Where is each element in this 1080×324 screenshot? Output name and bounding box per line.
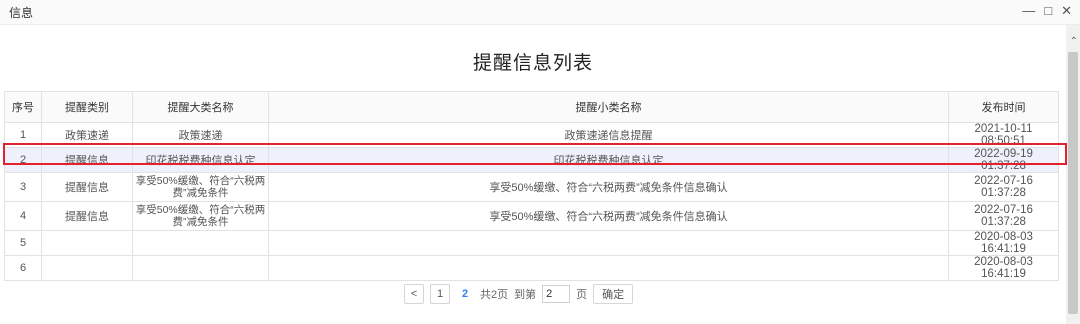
cell-publish-time: 2022-07-16 01:37:28 [948, 201, 1059, 231]
cell-major-name: 印花税税费种信息认定 [132, 147, 269, 173]
prev-page-button[interactable]: < [404, 284, 424, 304]
cell-minor-name: 政策速递信息提醒 [268, 122, 949, 148]
table-header-row: 序号 提醒类别 提醒大类名称 提醒小类名称 发布时间 [4, 91, 1059, 123]
confirm-button[interactable]: 确定 [593, 284, 634, 304]
table-row[interactable]: 1 政策速递 政策速递 政策速递信息提醒 2021-10-11 08:50:51 [4, 122, 1059, 148]
cell-no: 4 [4, 201, 42, 231]
restore-icon[interactable]: □ [1044, 3, 1052, 19]
header-no: 序号 [4, 91, 42, 123]
page-title: 提醒信息列表 [472, 53, 593, 74]
cell-publish-time: 2020-08-03 16:41:19 [948, 255, 1059, 281]
cell-no: 1 [4, 122, 42, 148]
goto-page-input[interactable] [542, 285, 571, 303]
header-category: 提醒类别 [41, 91, 133, 123]
scrollbar-thumb[interactable] [1068, 52, 1078, 314]
pagination: < 1 2 共2页 到第 页 确定 [404, 284, 634, 304]
cell-minor-name [268, 255, 949, 281]
cell-no: 6 [4, 255, 42, 281]
cell-minor-name: 享受50%缓缴、符合“六税两费”减免条件信息确认 [268, 172, 949, 202]
cell-major-name [132, 255, 269, 281]
page-suffix: 页 [576, 289, 588, 301]
cell-major-name [132, 230, 269, 256]
total-pages-text: 共2页 [480, 289, 509, 301]
cell-no: 3 [4, 172, 42, 202]
cell-minor-name: 印花税税费种信息认定 [268, 147, 949, 173]
cell-no: 5 [4, 230, 42, 256]
cell-category: 提醒信息 [41, 201, 133, 231]
window-titlebar: 信息 — □ ✕ [0, 0, 1080, 25]
cell-major-name: 享受50%缓缴、符合“六税两费”减免条件 [132, 201, 269, 231]
window-controls: — □ ✕ [1022, 3, 1072, 19]
cell-category: 提醒信息 [41, 147, 133, 173]
cell-publish-time: 2020-08-03 16:41:19 [948, 230, 1059, 256]
cell-minor-name: 享受50%缓缴、符合“六税两费”减免条件信息确认 [268, 201, 949, 231]
close-icon[interactable]: ✕ [1061, 3, 1072, 19]
cell-no: 2 [4, 147, 42, 173]
cell-category: 政策速递 [41, 122, 133, 148]
scroll-up-icon[interactable]: ⌃ [1070, 36, 1078, 47]
table-row[interactable]: 6 2020-08-03 16:41:19 [4, 255, 1059, 281]
cell-publish-time: 2022-07-16 01:37:28 [948, 172, 1059, 202]
cell-publish-time: 2022-09-19 01:37:28 [948, 147, 1059, 173]
goto-label: 到第 [514, 289, 537, 301]
cell-publish-time: 2021-10-11 08:50:51 [948, 122, 1059, 148]
page-1-button[interactable]: 1 [430, 284, 450, 304]
reminder-table: 序号 提醒类别 提醒大类名称 提醒小类名称 发布时间 1 政策速递 政策速递 政… [4, 91, 1059, 281]
cell-major-name: 享受50%缓缴、符合“六税两费”减免条件 [132, 172, 269, 202]
header-publish-time: 发布时间 [948, 91, 1059, 123]
cell-category: 提醒信息 [41, 172, 133, 202]
cell-major-name: 政策速递 [132, 122, 269, 148]
minimize-icon[interactable]: — [1022, 3, 1035, 19]
table-row[interactable]: 5 2020-08-03 16:41:19 [4, 230, 1059, 256]
window-title: 信息 [9, 6, 34, 20]
table-row-selected[interactable]: 2 提醒信息 印花税税费种信息认定 印花税税费种信息认定 2022-09-19 … [4, 147, 1059, 173]
cell-minor-name [268, 230, 949, 256]
table-row[interactable]: 4 提醒信息 享受50%缓缴、符合“六税两费”减免条件 享受50%缓缴、符合“六… [4, 201, 1059, 231]
table-row[interactable]: 3 提醒信息 享受50%缓缴、符合“六税两费”减免条件 享受50%缓缴、符合“六… [4, 172, 1059, 202]
header-major-name: 提醒大类名称 [132, 91, 269, 123]
cell-category [41, 230, 133, 256]
cell-category [41, 255, 133, 281]
current-page: 2 [461, 288, 469, 300]
header-minor-name: 提醒小类名称 [268, 91, 949, 123]
